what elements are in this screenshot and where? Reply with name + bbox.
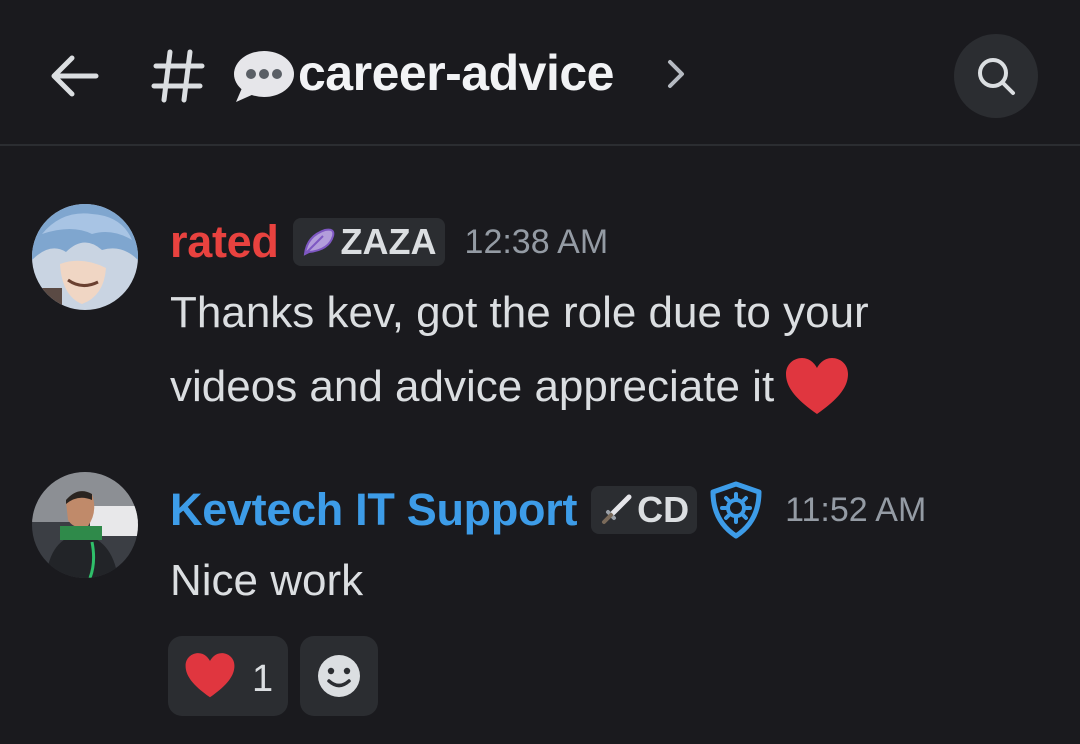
arrow-left-icon — [51, 55, 99, 97]
username[interactable]: rated — [170, 216, 279, 268]
feather-icon — [303, 228, 334, 256]
message-line: Nice work — [170, 556, 364, 605]
avatar[interactable] — [32, 472, 138, 578]
search-button[interactable] — [954, 34, 1038, 118]
role-tag[interactable]: ZAZA — [292, 218, 445, 266]
message-header: Kevtech IT Support CD 11:52 AM — [170, 481, 927, 539]
red-heart-icon — [786, 358, 849, 414]
role-tag-label: ZAZA — [340, 221, 437, 262]
speech-balloon-icon — [234, 51, 294, 102]
red-heart-icon — [185, 653, 235, 698]
role-tag[interactable]: CD — [591, 486, 698, 534]
message-text: Nice work — [170, 544, 363, 618]
reaction-heart[interactable]: 1 — [168, 636, 288, 716]
back-button[interactable] — [46, 50, 102, 102]
message-header: rated ZAZA 12:38 AM — [170, 214, 608, 270]
username[interactable]: Kevtech IT Support — [170, 484, 577, 536]
smiley-add-icon — [318, 655, 360, 697]
timestamp: 12:38 AM — [464, 222, 609, 261]
message-text: Thanks kev, got the role due to your vid… — [170, 276, 869, 424]
shield-icon — [710, 481, 762, 539]
search-icon — [978, 58, 1015, 95]
hash-icon — [151, 49, 205, 103]
timestamp: 11:52 AM — [785, 490, 927, 529]
sword-icon — [602, 494, 632, 524]
channel-name[interactable]: career-advice — [298, 44, 614, 102]
message-line: Thanks kev, got the role due to your — [170, 288, 869, 337]
add-reaction-button[interactable] — [300, 636, 378, 716]
channel-header: career-advice — [0, 0, 1080, 146]
message-line: videos and advice appreciate it — [170, 362, 775, 411]
role-tag-label: CD — [637, 489, 690, 530]
avatar[interactable] — [32, 204, 138, 310]
chevron-right-icon[interactable] — [664, 58, 688, 90]
reaction-count: 1 — [252, 658, 274, 700]
